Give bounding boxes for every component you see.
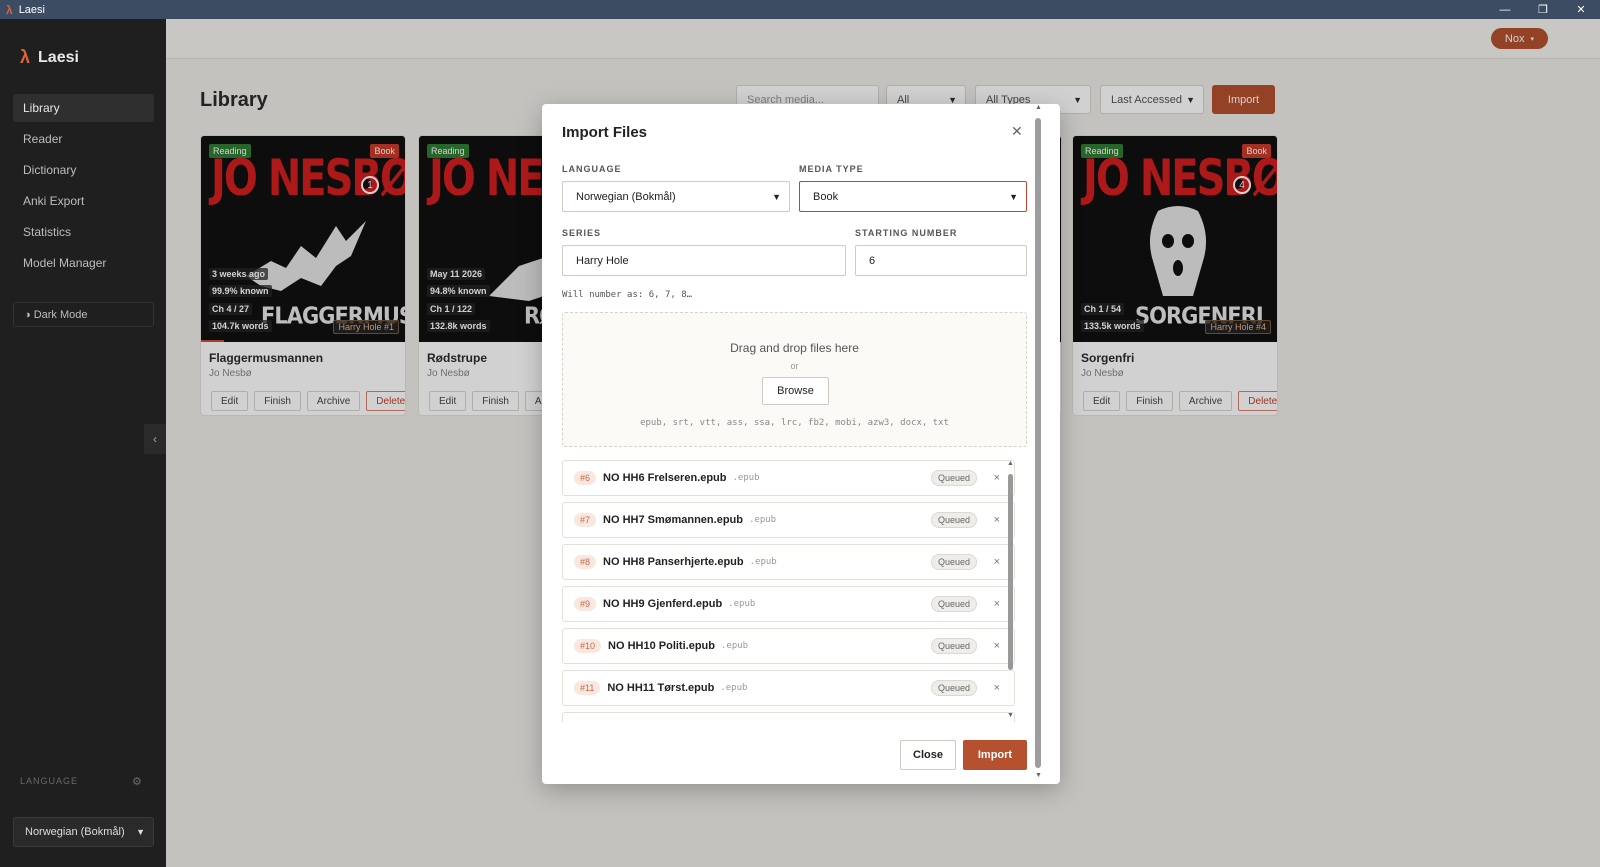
close-button[interactable]: Close [900, 740, 956, 770]
numbering-hint: Will number as: 6, 7, 8… [562, 290, 693, 300]
dropzone-or: or [790, 361, 799, 371]
series-label: SERIES [562, 228, 602, 238]
supported-extensions: epub, srt, vtt, ass, ssa, lrc, fb2, mobi… [640, 418, 949, 428]
file-number: #9 [574, 597, 597, 611]
starting-number-input[interactable]: 6 [855, 245, 1027, 276]
chevron-down-icon: ▼ [772, 191, 781, 202]
status-badge: Queued [930, 470, 977, 486]
chevron-down-icon: ▼ [136, 827, 145, 837]
import-files-modal: Import Files ✕ LANGUAGE Norwegian (Bokmå… [542, 104, 1060, 784]
import-submit-button[interactable]: Import [963, 740, 1027, 770]
file-name: NO HH6 Frelseren.epub [603, 472, 727, 484]
language-select[interactable]: Norwegian (Bokmål) ▼ [13, 817, 154, 847]
remove-icon[interactable]: × [994, 640, 1000, 652]
sidebar-item-reader[interactable]: Reader [13, 125, 154, 153]
file-extension: .epub [728, 599, 756, 609]
file-number: #7 [574, 513, 597, 527]
language-label: LANGUAGE [562, 164, 622, 174]
scrollbar-thumb[interactable] [1008, 474, 1013, 670]
language-select-value: Norwegian (Bokmål) [25, 826, 125, 838]
modal-scrollbar[interactable]: ▲ ▼ [1032, 104, 1044, 784]
file-number: #10 [574, 639, 602, 653]
status-badge: Queued [930, 638, 977, 654]
remove-icon[interactable]: × [994, 682, 1000, 694]
list-item: #6 NO HH6 Frelseren.epub .epub Queued × [562, 460, 1015, 496]
sidebar-item-model-manager[interactable]: Model Manager [13, 249, 154, 277]
file-number: #8 [574, 555, 597, 569]
dropzone-text: Drag and drop files here [730, 341, 859, 355]
sidebar-item-statistics[interactable]: Statistics [13, 218, 154, 246]
sidebar-item-dictionary[interactable]: Dictionary [13, 156, 154, 184]
close-icon[interactable]: ✕ [1011, 123, 1023, 140]
list-item: #10 NO HH10 Politi.epub .epub Queued × [562, 628, 1015, 664]
app-lambda-icon: λ [6, 2, 13, 17]
scroll-down-icon[interactable]: ▼ [1007, 712, 1014, 719]
remove-icon[interactable]: × [994, 598, 1000, 610]
brand-name: Laesi [38, 48, 79, 66]
file-name: NO HH7 Smømannen.epub [603, 514, 743, 526]
gear-icon[interactable]: ⚙ [132, 775, 142, 788]
chevron-down-icon: ▼ [1009, 191, 1018, 202]
list-item: #9 NO HH9 Gjenferd.epub .epub Queued × [562, 586, 1015, 622]
dark-mode-toggle[interactable]: ◑ Dark Mode [13, 302, 154, 327]
file-extension: .epub [749, 557, 777, 567]
file-queue-list: #6 NO HH6 Frelseren.epub .epub Queued × … [562, 460, 1022, 722]
sidebar-item-library[interactable]: Library [13, 94, 154, 122]
modal-title: Import Files [562, 124, 648, 141]
status-badge: Queued [930, 680, 977, 696]
remove-icon[interactable]: × [994, 514, 1000, 526]
media-type-label: MEDIA TYPE [799, 164, 864, 174]
browse-button[interactable]: Browse [762, 377, 829, 405]
scroll-up-icon[interactable]: ▲ [1035, 104, 1042, 111]
scroll-down-icon[interactable]: ▼ [1035, 772, 1042, 779]
file-name: NO HH8 Panserhjerte.epub [603, 556, 744, 568]
remove-icon[interactable]: × [994, 556, 1000, 568]
list-item: #7 NO HH7 Smømannen.epub .epub Queued × [562, 502, 1015, 538]
sidebar: λ Laesi Library Reader Dictionary Anki E… [0, 19, 166, 867]
media-type-select[interactable]: Book ▼ [799, 181, 1027, 212]
media-type-value: Book [813, 190, 839, 203]
scrollbar-thumb[interactable] [1035, 118, 1041, 768]
window-titlebar: λ Laesi — ❐ ✕ [0, 0, 1600, 19]
lambda-logo-icon: λ [20, 47, 31, 67]
list-item: #8 NO HH8 Panserhjerte.epub .epub Queued… [562, 544, 1015, 580]
status-badge: Queued [930, 554, 977, 570]
list-item [562, 712, 1015, 722]
file-number: #11 [574, 681, 601, 695]
language-select[interactable]: Norwegian (Bokmål) ▼ [562, 181, 790, 212]
file-number: #6 [574, 471, 597, 485]
maximize-icon[interactable]: ❐ [1524, 0, 1562, 19]
file-extension: .epub [732, 473, 760, 483]
file-name: NO HH9 Gjenferd.epub [603, 598, 723, 610]
close-window-icon[interactable]: ✕ [1562, 0, 1600, 19]
remove-icon[interactable]: × [994, 472, 1000, 484]
file-list-scrollbar[interactable]: ▲ ▼ [1006, 460, 1016, 724]
sidebar-item-anki-export[interactable]: Anki Export [13, 187, 154, 215]
brand[interactable]: λ Laesi [20, 47, 79, 68]
language-label: LANGUAGE [20, 776, 79, 786]
starting-number-label: STARTING NUMBER [855, 228, 958, 238]
language-select-value: Norwegian (Bokmål) [576, 190, 676, 203]
file-dropzone[interactable]: Drag and drop files here or Browse epub,… [562, 312, 1027, 447]
scroll-up-icon[interactable]: ▲ [1007, 460, 1014, 467]
file-extension: .epub [720, 683, 748, 693]
file-extension: .epub [721, 641, 749, 651]
file-extension: .epub [748, 515, 777, 525]
file-name: NO HH11 Tørst.epub [607, 682, 715, 694]
status-badge: Queued [930, 512, 977, 528]
list-item: #11 NO HH11 Tørst.epub .epub Queued × [562, 670, 1015, 706]
series-input[interactable]: Harry Hole [562, 245, 846, 276]
file-name: NO HH10 Politi.epub [608, 640, 715, 652]
collapse-sidebar-icon[interactable]: ‹ [144, 424, 166, 454]
minimize-icon[interactable]: — [1486, 0, 1524, 19]
status-badge: Queued [930, 596, 977, 612]
window-title: Laesi [18, 3, 45, 16]
